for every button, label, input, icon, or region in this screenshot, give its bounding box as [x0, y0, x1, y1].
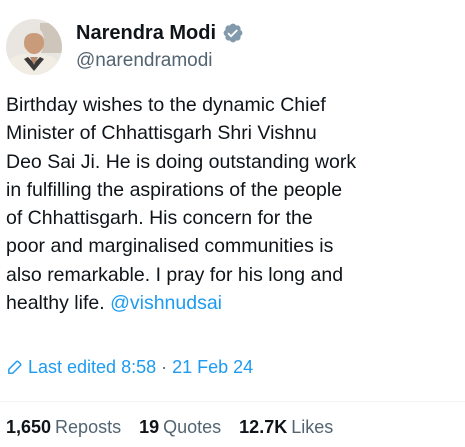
tweet-body: Birthday wishes to the dynamic Chief Min…: [6, 94, 357, 315]
quotes-stat[interactable]: 19 Quotes: [139, 417, 221, 438]
reposts-label: Reposts: [55, 417, 122, 437]
tweet-card: Narendra Modi @narendramodi Birthday wis…: [0, 0, 465, 447]
likes-label: Likes: [291, 417, 334, 437]
divider: [0, 401, 465, 402]
tweet-text: Birthday wishes to the dynamic Chief Min…: [6, 91, 459, 317]
quotes-count: 19: [139, 417, 160, 437]
quotes-label: Quotes: [163, 417, 222, 437]
edit-history[interactable]: Last edited 8:58 · 21 Feb 24: [6, 357, 253, 378]
edited-separator: ·: [161, 357, 168, 377]
author-info: Narendra Modi @narendramodi: [76, 20, 455, 72]
engagement-stats: 1,650 Reposts 19 Quotes 12.7K Likes: [6, 417, 333, 438]
last-edited-time: Last edited 8:58: [28, 357, 157, 377]
mention-link[interactable]: @vishnudsai: [110, 292, 222, 314]
reposts-count: 1,650: [6, 417, 52, 437]
verified-badge-icon: [222, 22, 244, 44]
reposts-stat[interactable]: 1,650 Reposts: [6, 417, 121, 438]
likes-count: 12.7K: [239, 417, 288, 437]
last-edited-date: 21 Feb 24: [172, 357, 254, 377]
name-row: Narendra Modi: [76, 20, 455, 46]
author-display-name[interactable]: Narendra Modi: [76, 22, 216, 45]
pencil-icon: [6, 359, 23, 376]
author-handle[interactable]: @narendramodi: [76, 50, 455, 72]
avatar-image: [6, 19, 62, 75]
likes-stat[interactable]: 12.7K Likes: [239, 417, 333, 438]
avatar[interactable]: [6, 19, 62, 75]
